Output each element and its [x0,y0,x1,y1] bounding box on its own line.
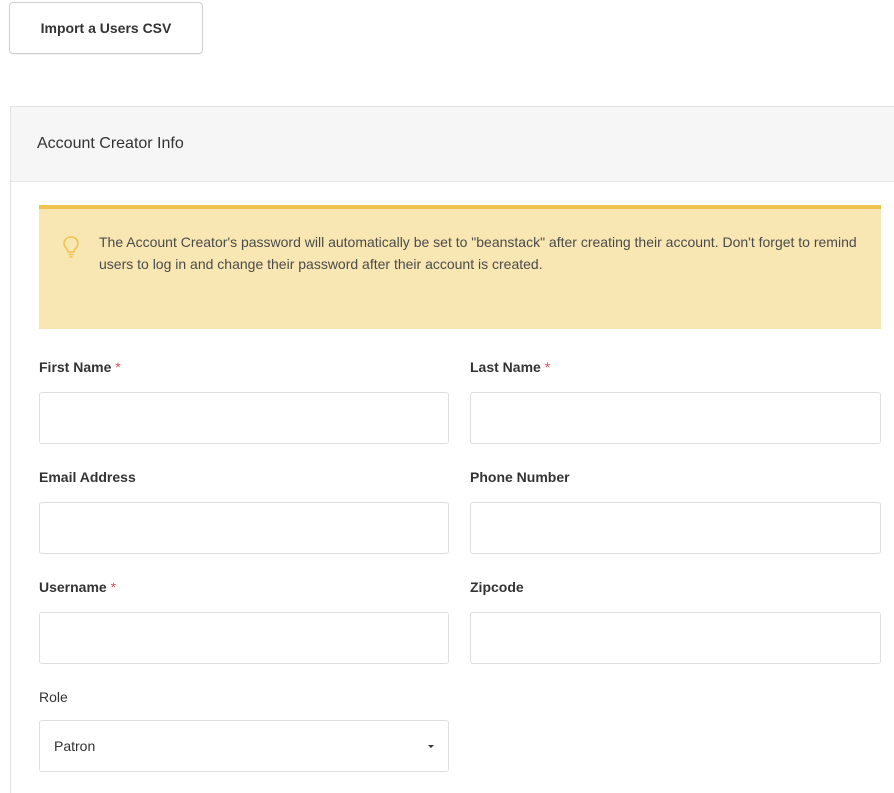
username-field[interactable] [39,612,449,664]
account-creator-panel: Account Creator Info The Account Creator… [10,106,894,793]
role-selected-value: Patron [54,738,96,754]
first-name-label-text: First Name [39,359,112,375]
zipcode-label: Zipcode [470,579,524,595]
role-label: Role [39,689,68,705]
add-user-page: Import a Users CSV Account Creator Info … [0,0,894,793]
first-name-label: First Name * [39,359,121,375]
username-label: Username * [39,579,116,595]
first-name-field[interactable] [39,392,449,444]
email-label: Email Address [39,469,136,485]
role-select[interactable]: Patron [39,720,449,772]
email-field[interactable] [39,502,449,554]
required-marker: * [544,359,551,375]
last-name-label-text: Last Name [470,359,541,375]
required-marker: * [115,359,121,375]
import-users-csv-button[interactable]: Import a Users CSV [9,2,203,54]
zipcode-field[interactable] [470,612,881,664]
role-label-text: Role [39,689,68,705]
password-info-alert: The Account Creator's password will auto… [39,205,881,329]
caret-down-icon [428,745,434,748]
last-name-label: Last Name * [470,359,550,375]
panel-header: Account Creator Info [11,107,894,182]
alert-text: The Account Creator's password will auto… [99,234,857,272]
email-label-text: Email Address [39,469,136,485]
zipcode-label-text: Zipcode [470,579,524,595]
panel-title: Account Creator Info [37,135,184,152]
phone-label-text: Phone Number [470,469,570,485]
phone-label: Phone Number [470,469,570,485]
last-name-field[interactable] [470,392,881,444]
lightbulb-icon [63,236,79,258]
phone-field[interactable] [470,502,881,554]
required-marker: * [110,579,117,595]
username-label-text: Username [39,579,107,595]
